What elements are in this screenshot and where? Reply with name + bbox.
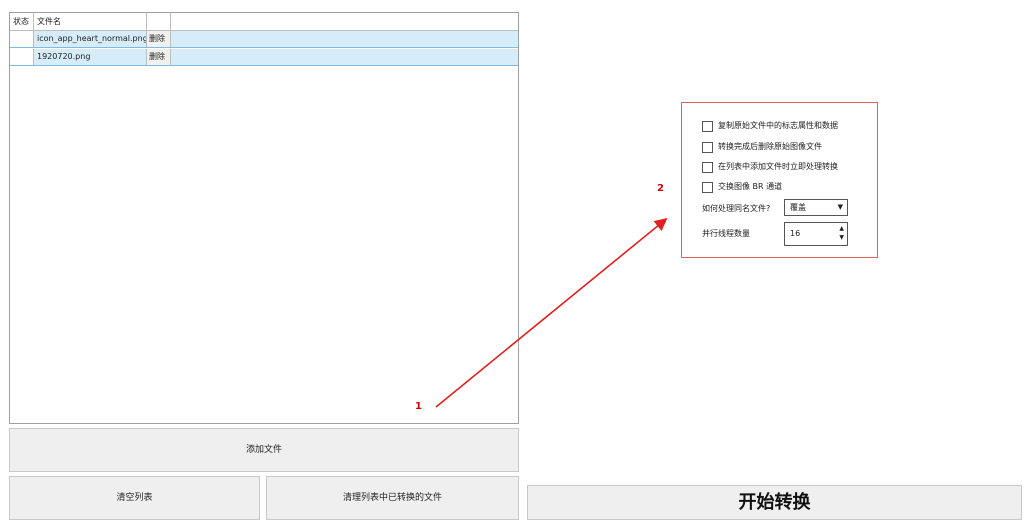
arrow-line — [435, 217, 668, 408]
annotation-marker-1: 1 — [415, 401, 422, 412]
annotation-marker-2: 2 — [657, 183, 664, 194]
annotation-arrow — [435, 217, 668, 408]
